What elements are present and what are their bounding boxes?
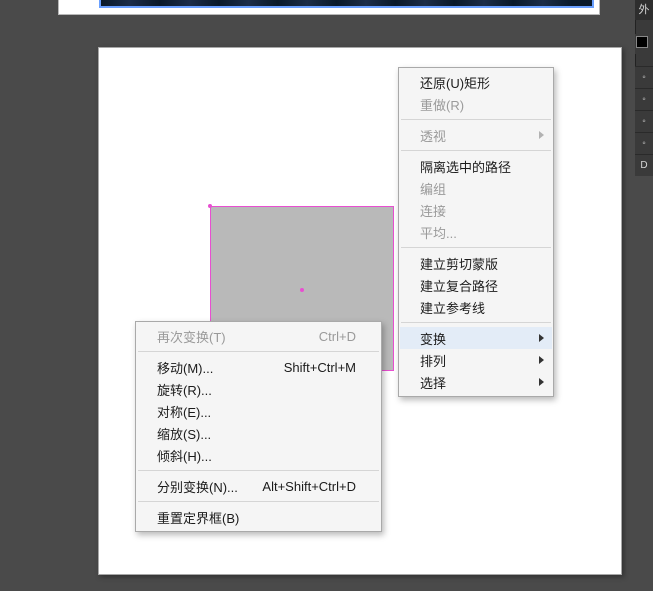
- submenu-again-label: 再次变换(T): [157, 327, 226, 346]
- chevron-right-icon: [539, 131, 544, 139]
- menu-separator: [401, 150, 551, 151]
- menu-perspective-label: 透视: [420, 126, 446, 145]
- menu-average[interactable]: 平均...: [400, 221, 552, 243]
- side-panel-item-2[interactable]: ◦: [635, 88, 653, 110]
- submenu-reflect[interactable]: 对称(E)...: [137, 400, 380, 422]
- selection-corner-handle[interactable]: [208, 204, 212, 208]
- menu-isolate[interactable]: 隔离选中的路径: [400, 155, 552, 177]
- submenu-each-shortcut: Alt+Shift+Ctrl+D: [262, 479, 356, 494]
- menu-make-compound-path[interactable]: 建立复合路径: [400, 274, 552, 296]
- submenu-reset-label: 重置定界框(B): [157, 508, 239, 527]
- right-panel-header: 外: [635, 0, 653, 20]
- menu-arrange-label: 排列: [420, 351, 446, 370]
- menu-join[interactable]: 连接: [400, 199, 552, 221]
- menu-separator: [138, 351, 379, 352]
- menu-undo[interactable]: 还原(U)矩形: [400, 71, 552, 93]
- menu-average-label: 平均...: [420, 223, 457, 242]
- transform-submenu: 再次变换(T) Ctrl+D 移动(M)... Shift+Ctrl+M 旋转(…: [135, 321, 382, 532]
- submenu-scale[interactable]: 缩放(S)...: [137, 422, 380, 444]
- menu-group[interactable]: 编组: [400, 177, 552, 199]
- menu-perspective[interactable]: 透视: [400, 124, 552, 146]
- side-panel-item-5[interactable]: D: [635, 154, 653, 176]
- context-menu: 还原(U)矩形 重做(R) 透视 隔离选中的路径 编组 连接 平均... 建立剪…: [398, 67, 554, 397]
- submenu-rotate-label: 旋转(R)...: [157, 380, 212, 399]
- menu-make-clipping-mask[interactable]: 建立剪切蒙版: [400, 252, 552, 274]
- menu-arrange[interactable]: 排列: [400, 349, 552, 371]
- menu-select[interactable]: 选择: [400, 371, 552, 393]
- menu-separator: [401, 322, 551, 323]
- menu-separator: [138, 470, 379, 471]
- side-panel-item-4[interactable]: ◦: [635, 132, 653, 154]
- menu-group-label: 编组: [420, 179, 446, 198]
- menu-redo[interactable]: 重做(R): [400, 93, 552, 115]
- submenu-reset-bounding-box[interactable]: 重置定界框(B): [137, 506, 380, 528]
- side-panel-item-3[interactable]: ◦: [635, 110, 653, 132]
- menu-select-label: 选择: [420, 373, 446, 392]
- menu-isolate-label: 隔离选中的路径: [420, 157, 511, 176]
- menu-transform[interactable]: 变换: [400, 327, 552, 349]
- submenu-scale-label: 缩放(S)...: [157, 424, 211, 443]
- submenu-transform-each[interactable]: 分别变换(N)... Alt+Shift+Ctrl+D: [137, 475, 380, 497]
- submenu-rotate[interactable]: 旋转(R)...: [137, 378, 380, 400]
- submenu-reflect-label: 对称(E)...: [157, 402, 211, 421]
- thumbnail-strip: [99, 0, 594, 8]
- menu-make-guides[interactable]: 建立参考线: [400, 296, 552, 318]
- submenu-shear[interactable]: 倾斜(H)...: [137, 444, 380, 466]
- menu-compound-label: 建立复合路径: [420, 276, 498, 295]
- menu-separator: [401, 247, 551, 248]
- chevron-right-icon: [539, 356, 544, 364]
- submenu-transform-again[interactable]: 再次变换(T) Ctrl+D: [137, 325, 380, 347]
- submenu-move-label: 移动(M)...: [157, 358, 213, 377]
- menu-undo-label: 还原(U)矩形: [420, 73, 490, 92]
- menu-separator: [401, 119, 551, 120]
- menu-join-label: 连接: [420, 201, 446, 220]
- submenu-each-label: 分别变换(N)...: [157, 477, 238, 496]
- document-tab-bar: Illustrator: [58, 0, 600, 15]
- submenu-shear-label: 倾斜(H)...: [157, 446, 212, 465]
- menu-transform-label: 变换: [420, 329, 446, 348]
- submenu-move[interactable]: 移动(M)... Shift+Ctrl+M: [137, 356, 380, 378]
- fill-swatch[interactable]: [635, 34, 653, 54]
- submenu-again-shortcut: Ctrl+D: [319, 329, 356, 344]
- menu-guides-label: 建立参考线: [420, 298, 485, 317]
- submenu-move-shortcut: Shift+Ctrl+M: [284, 360, 356, 375]
- menu-redo-label: 重做(R): [420, 95, 464, 114]
- menu-separator: [138, 501, 379, 502]
- side-panel-item-1[interactable]: ◦: [635, 66, 653, 88]
- chevron-right-icon: [539, 334, 544, 342]
- menu-clip-label: 建立剪切蒙版: [420, 254, 498, 273]
- chevron-right-icon: [539, 378, 544, 386]
- fill-swatch-chip: [636, 36, 648, 48]
- selection-center-handle[interactable]: [300, 288, 304, 292]
